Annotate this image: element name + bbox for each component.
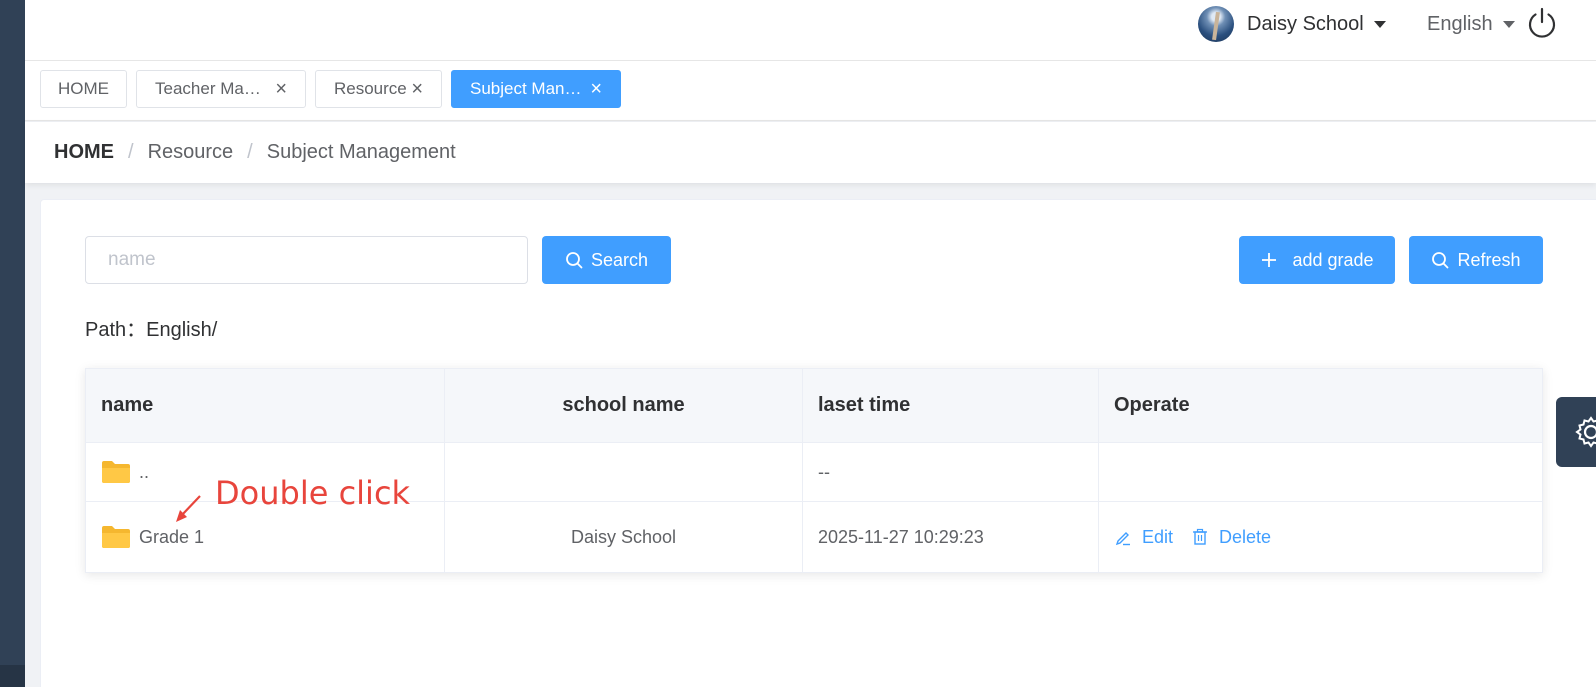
operate-cell: Edit Delete [1099,502,1542,572]
gear-icon [1575,416,1596,448]
tab-teacher-management[interactable]: Teacher Ma… × [136,70,306,108]
column-header-time: laset time [803,369,1099,442]
school-cell: Daisy School [445,502,803,572]
sidebar [0,0,25,687]
table-row[interactable]: Grade 1 Daisy School 2025-11-27 10:29:23… [86,502,1542,572]
caret-down-icon [1373,20,1386,28]
language-label: English [1427,12,1493,35]
column-header-school: school name [445,369,803,442]
search-button-label: Search [590,249,649,270]
name-cell: Grade 1 [86,502,445,572]
content-card: Search add grade Refresh Path：English/ n… [40,199,1596,687]
tab-label: Subject Man… [470,79,582,98]
folder-name[interactable]: .. [139,462,149,483]
sidebar-bottom-bar [0,665,25,687]
add-grade-button[interactable]: add grade [1239,236,1395,284]
refresh-button[interactable]: Refresh [1409,236,1543,284]
delete-button[interactable]: Delete [1191,527,1271,548]
trash-icon [1193,528,1208,545]
path-display: Path：English/ [85,313,217,342]
time-cell: -- [803,443,1099,501]
search-icon [566,252,583,269]
search-icon [1432,252,1449,269]
refresh-label: Refresh [1457,249,1521,270]
edit-label: Edit [1142,526,1174,547]
tags-view: HOME Teacher Ma… × Resource × Subject Ma… [25,61,1596,121]
tab-home[interactable]: HOME [40,70,127,108]
language-dropdown[interactable]: English [1427,5,1515,43]
path-value: English/ [146,319,218,341]
breadcrumb-home[interactable]: HOME [54,141,114,164]
operate-cell [1099,443,1542,501]
close-icon[interactable]: × [590,79,602,99]
tab-resource[interactable]: Resource × [315,70,442,108]
delete-label: Delete [1219,526,1272,547]
settings-panel-toggle[interactable] [1556,397,1596,467]
tab-subject-management[interactable]: Subject Man… × [451,70,621,108]
breadcrumb-current: Subject Management [266,141,456,163]
power-icon[interactable] [1525,6,1559,40]
tab-label: Resource [334,79,407,98]
close-icon[interactable]: × [411,79,423,99]
plus-icon [1262,253,1277,267]
breadcrumb-separator: / [247,141,253,163]
column-header-operate: Operate [1114,394,1190,416]
search-input[interactable] [85,236,528,284]
close-icon[interactable]: × [275,79,287,99]
edit-button[interactable]: Edit [1114,527,1173,548]
path-label: Path： [85,319,147,341]
user-dropdown[interactable]: Daisy School [1198,5,1386,43]
breadcrumb-resource[interactable]: Resource [148,141,234,164]
folder-icon[interactable] [101,460,131,484]
tab-label: HOME [58,79,109,98]
annotation-text: Double click [215,474,411,512]
navbar: Daisy School English [25,0,1596,61]
add-grade-label: add grade [1292,249,1374,270]
grade-table: name school name laset time Operate .. -… [85,368,1543,573]
search-button[interactable]: Search [542,236,671,284]
edit-icon [1115,532,1130,546]
breadcrumb: HOME / Resource / Subject Management [25,122,1596,183]
column-header-name: name [86,369,445,442]
caret-down-icon [1502,20,1515,28]
arrow-icon [176,495,201,522]
table-header: name school name laset time Operate [86,369,1542,443]
folder-icon[interactable] [101,525,131,549]
avatar [1198,6,1234,42]
school-cell [445,443,803,501]
main-area: Daisy School English HOME Teacher Ma… × … [25,0,1596,687]
breadcrumb-separator: / [128,141,134,163]
tab-label: Teacher Ma… [155,79,261,98]
user-name: Daisy School [1247,12,1364,35]
time-cell: 2025-11-27 10:29:23 [803,502,1099,572]
